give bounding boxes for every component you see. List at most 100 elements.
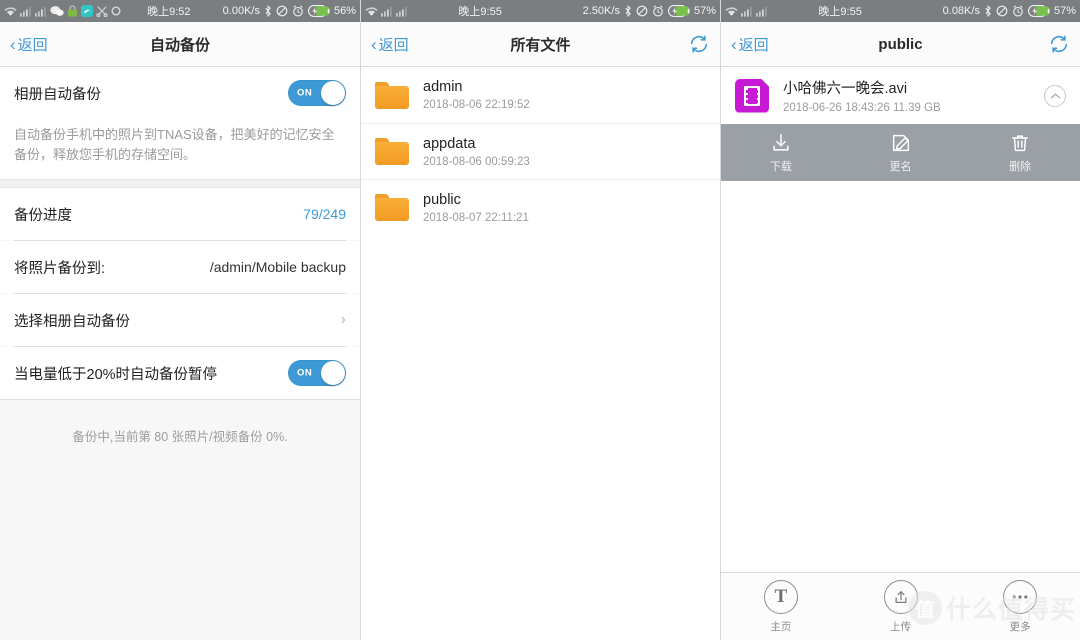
setting-backup-destination[interactable]: 将照片备份到: /admin/Mobile backup [0, 241, 360, 294]
folder-icon [375, 81, 409, 109]
list-item[interactable]: appdata 2018-08-06 00:59:23 [361, 123, 720, 179]
status-bar-battery-percent: 57% [1053, 5, 1076, 17]
lock-icon [67, 5, 78, 17]
tab-home[interactable]: T 主页 [721, 579, 841, 634]
rename-label: 更名 [889, 160, 912, 173]
file-meta: 2018-08-07 22:11:21 [423, 211, 529, 224]
low-battery-pause-toggle[interactable]: ON [288, 360, 346, 387]
collapse-button[interactable] [1044, 84, 1066, 107]
file-name: public [423, 191, 461, 208]
circle-icon [111, 6, 121, 16]
section-divider [0, 179, 360, 189]
screen-all-files: 晚上9:55 2.50K/s 57% ‹ 返回 所有文件 admin 2018-… [360, 0, 720, 640]
status-bar-time: 晚上9:55 [458, 6, 502, 18]
backup-description: 自动备份手机中的照片到TNAS设备，把美好的记忆安全备份，释放您手机的存储空间。 [0, 119, 360, 180]
status-bar-network-speed: 0.00K/s [222, 5, 260, 17]
signal-icon [396, 6, 408, 17]
alarm-icon [292, 5, 304, 17]
rename-button[interactable]: 更名 [841, 124, 961, 181]
page-title: public [878, 35, 923, 53]
status-bar-left-icons [4, 5, 121, 18]
settings-list: 相册自动备份 ON 自动备份手机中的照片到TNAS设备，把美好的记忆安全备份，释… [0, 67, 360, 640]
backup-destination-value: /admin/Mobile backup [209, 259, 346, 276]
wifi-icon [4, 6, 17, 17]
setting-album-auto-backup[interactable]: 相册自动备份 ON [0, 67, 360, 119]
list-item-texts: appdata 2018-08-06 00:59:23 [423, 136, 530, 168]
bottom-tab-bar: T 主页 上传 更多 [721, 572, 1080, 640]
status-bar: 晚上9:55 0.08K/s 57% [721, 0, 1080, 22]
nav-bar: ‹ 返回 自动备份 [0, 22, 360, 67]
file-meta: 2018-08-06 00:59:23 [423, 155, 530, 168]
download-button[interactable]: 下载 [721, 124, 841, 181]
refresh-icon [1048, 33, 1070, 55]
folder-icon [375, 138, 409, 165]
delete-button[interactable]: 删除 [960, 124, 1080, 181]
back-button[interactable]: ‹ 返回 [10, 34, 48, 55]
back-button-label: 返回 [17, 36, 48, 54]
wechat-icon [50, 5, 64, 17]
file-action-bar: 下载 更名 删除 [721, 124, 1080, 181]
list-item[interactable]: admin 2018-08-06 22:19:52 [361, 67, 720, 123]
setting-pause-on-low-battery[interactable]: 当电量低于20%时自动备份暂停 ON [0, 347, 360, 400]
screenshot-root: 晚上9:52 0.00K/s 56% ‹ 返回 自动备份 相册自动备份 ON 自… [0, 0, 1080, 640]
bluetooth-icon [264, 4, 272, 18]
back-button[interactable]: ‹ 返回 [371, 34, 409, 55]
file-list: admin 2018-08-06 22:19:52 appdata 2018-0… [361, 67, 720, 235]
file-name: appdata [423, 135, 476, 152]
toggle-state-label: ON [297, 367, 313, 379]
mute-icon [276, 5, 288, 17]
refresh-button[interactable] [1048, 33, 1070, 55]
list-item-texts: admin 2018-08-06 22:19:52 [423, 79, 530, 111]
scissors-icon [96, 5, 108, 18]
setting-label: 备份进度 [14, 207, 72, 224]
nav-bar: ‹ 返回 public [721, 22, 1080, 67]
list-item-texts: public 2018-08-07 22:11:21 [423, 192, 529, 224]
signal-icon [35, 6, 47, 17]
chevron-left-icon: ‹ [371, 34, 377, 54]
mute-icon [996, 5, 1008, 17]
status-bar-time: 晚上9:55 [818, 6, 862, 18]
file-list: 小哈佛六一晚会.avi 2018-06-26 18:43:26 11.39 GB [721, 67, 1080, 124]
list-item[interactable]: 小哈佛六一晚会.avi 2018-06-26 18:43:26 11.39 GB [721, 67, 1080, 124]
setting-backup-progress: 备份进度 79/249 [0, 188, 360, 241]
trash-icon [1009, 132, 1031, 154]
video-file-icon [735, 78, 769, 113]
toggle-state-label: ON [297, 87, 313, 99]
tab-upload[interactable]: 上传 [841, 579, 961, 634]
back-button-label: 返回 [738, 36, 769, 54]
chevron-left-icon: ‹ [10, 34, 16, 54]
status-bar-right: 2.50K/s 57% [583, 4, 716, 18]
tab-more[interactable]: 更多 [960, 579, 1080, 634]
page-title: 所有文件 [510, 36, 571, 54]
chevron-up-circle-icon [1044, 84, 1066, 107]
back-button-label: 返回 [378, 36, 409, 54]
file-name: admin [423, 79, 463, 95]
alarm-icon [652, 5, 664, 17]
list-item-texts: 小哈佛六一晚会.avi 2018-06-26 18:43:26 11.39 GB [783, 77, 941, 114]
file-meta: 2018-08-06 22:19:52 [423, 99, 530, 111]
status-bar-time: 晚上9:52 [147, 6, 191, 18]
download-label: 下载 [769, 160, 792, 173]
screen-auto-backup: 晚上9:52 0.00K/s 56% ‹ 返回 自动备份 相册自动备份 ON 自… [0, 0, 360, 640]
toggle-knob [321, 361, 345, 386]
tab-more-label: 更多 [1009, 620, 1031, 633]
signal-icon [741, 6, 753, 17]
list-item[interactable]: public 2018-08-07 22:11:21 [361, 179, 720, 235]
battery-charging-icon [667, 5, 691, 17]
rename-pencil-icon [890, 132, 912, 154]
setting-select-album[interactable]: 选择相册自动备份 › [0, 294, 360, 347]
refresh-icon [688, 33, 710, 55]
bluetooth-icon [624, 4, 632, 18]
mute-icon [636, 5, 648, 17]
file-name: 小哈佛六一晚会.avi [783, 81, 908, 97]
nav-bar: ‹ 返回 所有文件 [361, 22, 720, 67]
album-auto-backup-toggle[interactable]: ON [288, 80, 346, 106]
more-dots-icon [1003, 579, 1038, 614]
backup-progress-value: 79/249 [303, 206, 346, 223]
back-button[interactable]: ‹ 返回 [731, 34, 769, 55]
status-bar-right: 0.08K/s 57% [943, 4, 1076, 18]
status-bar-left-icons [365, 6, 408, 17]
status-bar: 晚上9:55 2.50K/s 57% [361, 0, 720, 22]
refresh-button[interactable] [688, 33, 710, 55]
status-bar-battery-percent: 56% [333, 5, 356, 17]
